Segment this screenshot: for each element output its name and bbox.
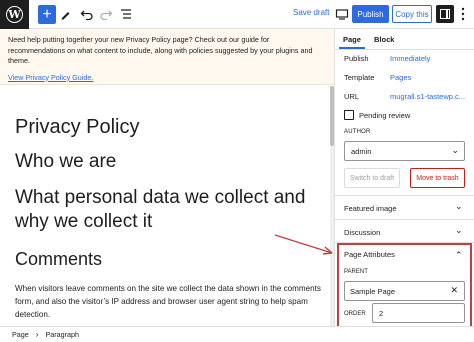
sidebar-tabs: Page Block <box>335 29 474 50</box>
publish-date-link[interactable]: Immediately <box>390 54 430 63</box>
active-tab-indicator <box>339 47 365 49</box>
template-link[interactable]: Pages <box>390 73 411 82</box>
privacy-guide-notice: Need help putting together your new Priv… <box>0 29 334 85</box>
template-label: Template <box>344 73 375 82</box>
settings-toggle-button[interactable] <box>436 5 454 23</box>
author-label: AUTHOR <box>344 129 371 135</box>
more-options-icon[interactable] <box>461 7 465 21</box>
heading-personal-data[interactable]: What personal data we collect and why we… <box>15 186 327 234</box>
author-select[interactable]: admin ⌄ <box>344 141 465 161</box>
chevron-down-icon: ⌄ <box>451 145 459 155</box>
panel-featured-image[interactable]: Featured image <box>344 204 397 213</box>
redo-icon[interactable] <box>98 6 114 22</box>
publish-label: Publish <box>344 54 369 63</box>
chevron-down-icon[interactable]: ⌄ <box>455 225 463 236</box>
editor-app: W + Save draft Publish Copy this Need he… <box>0 0 474 342</box>
list-view-icon[interactable] <box>118 6 134 22</box>
breadcrumb-paragraph[interactable]: Paragraph <box>45 330 79 339</box>
pending-review-label: Pending review <box>359 111 411 120</box>
panel-discussion[interactable]: Discussion <box>344 228 380 237</box>
sidebar-icon <box>440 9 450 19</box>
save-draft-button[interactable]: Save draft <box>293 8 329 17</box>
pending-review-checkbox[interactable] <box>344 110 354 120</box>
wordpress-logo-icon[interactable]: W <box>0 0 29 29</box>
post-title[interactable]: Privacy Policy <box>15 116 139 138</box>
heading-comments[interactable]: Comments <box>15 249 102 270</box>
url-label: URL <box>344 92 360 101</box>
author-value: admin <box>351 147 372 156</box>
notice-text: Need help putting together your new Priv… <box>8 35 313 65</box>
divider <box>335 219 474 220</box>
breadcrumb-separator: › <box>35 330 39 339</box>
privacy-guide-link[interactable]: View Privacy Policy Guide. <box>8 73 93 84</box>
block-breadcrumb: Page › Paragraph <box>0 326 474 342</box>
pencil-icon[interactable] <box>58 6 74 22</box>
page-attributes-highlight <box>337 243 472 334</box>
copy-this-button[interactable]: Copy this <box>392 5 432 23</box>
chevron-down-icon[interactable]: ⌄ <box>455 201 463 212</box>
paragraph-comments[interactable]: When visitors leave comments on the site… <box>15 282 325 321</box>
annotation-arrow-icon <box>274 234 333 255</box>
move-to-trash-button[interactable]: Move to trash <box>410 168 465 188</box>
tab-block[interactable]: Block <box>374 35 394 44</box>
add-block-button[interactable]: + <box>38 5 56 24</box>
tab-page[interactable]: Page <box>343 35 361 44</box>
top-toolbar: W + Save draft Publish Copy this <box>0 0 474 29</box>
url-link[interactable]: mugrall.s1-tastewp.c... <box>390 92 465 101</box>
divider <box>335 195 474 196</box>
breadcrumb-page[interactable]: Page <box>12 330 29 339</box>
undo-icon[interactable] <box>79 6 95 22</box>
publish-button[interactable]: Publish <box>352 5 389 23</box>
heading-who-we-are[interactable]: Who we are <box>15 151 116 173</box>
switch-to-draft-button[interactable]: Switch to draft <box>344 168 400 188</box>
preview-icon[interactable] <box>335 7 349 21</box>
